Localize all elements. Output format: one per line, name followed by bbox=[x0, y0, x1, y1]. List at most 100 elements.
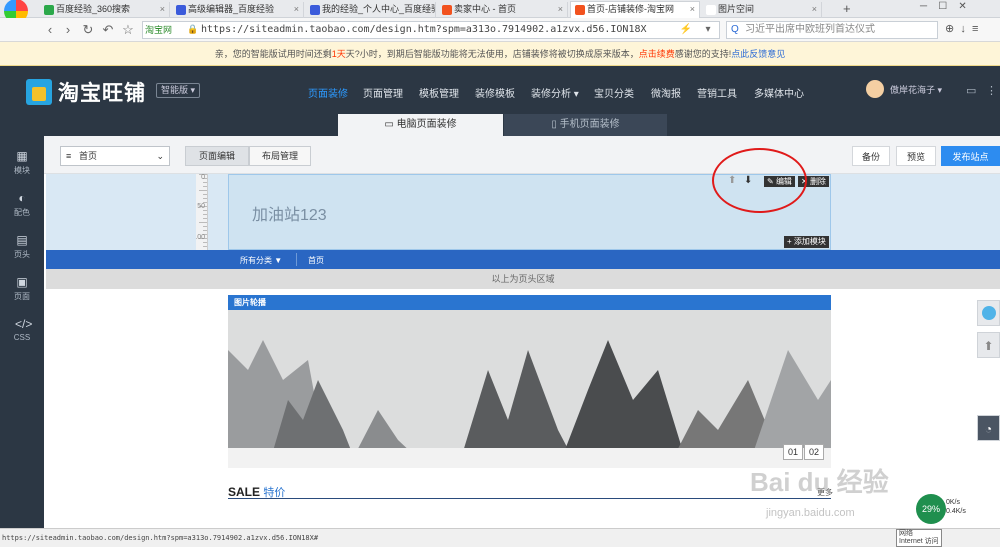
top-menu-item[interactable]: 装修分析 ▾ bbox=[531, 85, 579, 100]
ruler-tick bbox=[203, 182, 207, 183]
minimize-button[interactable]: ─ bbox=[920, 1, 927, 12]
undo-close-button[interactable]: ↶ bbox=[100, 22, 116, 38]
tab-close-icon[interactable]: × bbox=[294, 2, 299, 17]
carousel-page-2[interactable]: 02 bbox=[804, 444, 824, 460]
ruler-tick bbox=[203, 226, 207, 227]
sidebar-item[interactable]: ▤ 页头 bbox=[0, 234, 44, 260]
preview-button[interactable]: 预览 bbox=[896, 146, 936, 166]
cpu-gadget[interactable]: 29% bbox=[916, 494, 946, 524]
sidebar-icon: ◐ bbox=[18, 191, 26, 205]
tab-favicon-icon bbox=[575, 5, 585, 15]
carousel-image[interactable]: 01 02 bbox=[228, 310, 831, 468]
site-tag: 淘宝网 bbox=[145, 25, 173, 35]
nav-home[interactable]: 首页 bbox=[308, 255, 324, 266]
carousel-page-1[interactable]: 01 bbox=[783, 444, 803, 460]
maximize-button[interactable]: ☐ bbox=[938, 1, 947, 12]
menu-icon[interactable]: ≡ bbox=[972, 23, 978, 35]
add-module-button[interactable]: + 添加模块 bbox=[784, 236, 829, 248]
editor-toolbar: ≡ 首页 ⌄ 页面编辑 布局管理 备份 预览 发布站点 bbox=[44, 136, 1000, 174]
sidebar-item[interactable]: ◐ 配色 bbox=[0, 192, 44, 218]
notice-text-2: 天?小时，到期后智能版功能将无法使用，店铺装修将被切换成原来版本， bbox=[345, 49, 639, 59]
sidebar-item[interactable]: </> CSS bbox=[0, 318, 44, 343]
url-input[interactable]: 淘宝网 🔒 https://siteadmin.taobao.com/desig… bbox=[142, 21, 720, 39]
top-menu-item[interactable]: 页面管理 bbox=[363, 85, 403, 100]
tab-label: 图片空间 bbox=[718, 4, 755, 14]
page-select-value: 首页 bbox=[79, 151, 98, 161]
float-top-button[interactable]: ⬆ bbox=[977, 332, 1000, 358]
up-arrow-icon: ⬆ bbox=[983, 339, 994, 353]
tab-layout-manage[interactable]: 布局管理 bbox=[249, 146, 311, 166]
back-button[interactable]: ‹ bbox=[42, 22, 58, 38]
tab-pc-decorate[interactable]: ▭ 电脑页面装修 bbox=[338, 114, 503, 136]
network-indicator[interactable]: 网络 Internet 访问 bbox=[896, 529, 942, 547]
logo[interactable]: 淘宝旺铺 bbox=[26, 78, 146, 106]
browser-tab[interactable]: 高级编辑器_百度经验 × bbox=[172, 2, 304, 18]
ext-icon[interactable]: ⊕ bbox=[945, 23, 954, 35]
notice-thanks: 感谢您的支持! bbox=[674, 49, 732, 59]
user-menu[interactable]: 傲岸花海子 ▾ bbox=[866, 80, 942, 98]
tab-close-icon[interactable]: × bbox=[426, 2, 431, 17]
top-menu-item[interactable]: 营销工具 bbox=[697, 85, 737, 100]
top-menu-item[interactable]: 模板管理 bbox=[419, 85, 459, 100]
float-history-button[interactable]: ◔ bbox=[977, 415, 1000, 441]
float-chat-button[interactable] bbox=[977, 300, 1000, 326]
top-menu-item[interactable]: 多媒体中心 bbox=[754, 85, 804, 100]
ruler-tick bbox=[203, 230, 207, 231]
tab-page-edit[interactable]: 页面编辑 bbox=[185, 146, 249, 166]
network-sub: Internet 访问 bbox=[899, 538, 939, 545]
browser-tab[interactable]: 我的经验_个人中心_百度经验 × bbox=[306, 2, 436, 18]
tab-label: 卖家中心 - 首页 bbox=[454, 4, 516, 14]
top-menu-item[interactable]: 微淘报 bbox=[651, 85, 681, 100]
new-tab-button[interactable]: + bbox=[843, 1, 851, 16]
flash-icon[interactable]: ⚡ bbox=[678, 22, 694, 38]
browser-tab[interactable]: 百度经验_360搜索 × bbox=[40, 2, 170, 18]
message-icon[interactable]: ▭ bbox=[966, 84, 976, 97]
url-text: https://siteadmin.taobao.com/design.htm?… bbox=[201, 24, 647, 35]
tab-mobile-decorate[interactable]: ▯ 手机页面装修 bbox=[504, 114, 667, 136]
download-icon[interactable]: ↓ bbox=[960, 23, 966, 35]
nav-divider bbox=[296, 253, 297, 266]
publish-button[interactable]: 发布站点 bbox=[941, 146, 1000, 166]
ruler-number: 0 bbox=[201, 174, 205, 181]
sidebar-item[interactable]: ▣ 页面 bbox=[0, 276, 44, 302]
tab-close-icon[interactable]: × bbox=[812, 2, 817, 17]
delete-label: 删除 bbox=[809, 177, 826, 186]
ruler-tick bbox=[203, 186, 207, 187]
forward-button[interactable]: › bbox=[60, 22, 76, 38]
top-menu-item[interactable]: 宝贝分类 bbox=[594, 85, 634, 100]
more-icon[interactable]: ⋮ bbox=[986, 84, 997, 97]
sidebar-icon: ▣ bbox=[16, 275, 28, 289]
dropdown-icon[interactable]: ▾ bbox=[700, 22, 716, 38]
search-input[interactable]: Q 习近平出席中欧班列首达仪式 bbox=[726, 21, 938, 39]
top-menu-item[interactable]: 页面装修 bbox=[308, 85, 348, 100]
edition-badge[interactable]: 智能版 ▾ bbox=[156, 83, 201, 98]
sidebar-item[interactable]: ▦ 模块 bbox=[0, 150, 44, 176]
tab-label: 首页-店铺装修-淘宝网 bbox=[587, 4, 674, 14]
renew-link[interactable]: 点击续费 bbox=[639, 49, 675, 59]
mobile-mode-label: 手机页面装修 bbox=[559, 119, 620, 130]
reload-button[interactable]: ↻ bbox=[80, 22, 96, 38]
tab-close-icon[interactable]: × bbox=[558, 2, 563, 17]
tab-close-icon[interactable]: × bbox=[690, 2, 695, 17]
browser-tab[interactable]: 卖家中心 - 首页 × bbox=[438, 2, 568, 18]
sidebar-label: 模块 bbox=[14, 166, 30, 175]
nav-all-categories[interactable]: 所有分类 ▼ bbox=[240, 255, 282, 266]
backup-button[interactable]: 备份 bbox=[852, 146, 890, 166]
notice-text: 亲，您的智能版试用时间还剩 bbox=[214, 49, 332, 59]
feedback-link[interactable]: 点此反馈意见 bbox=[731, 49, 785, 59]
browser-tab-bar: 百度经验_360搜索 × 高级编辑器_百度经验 × 我的经验_个人中心_百度经验 × 卖家中… bbox=[0, 0, 1000, 23]
address-bar-row: ‹ › ↻ ↶ ☆ 淘宝网 🔒 https://siteadmin.taobao… bbox=[0, 18, 1000, 42]
browser-tab[interactable]: 图片空间 × bbox=[702, 2, 822, 18]
tab-close-icon[interactable]: × bbox=[160, 2, 165, 17]
window-controls: ─ ☐ ✕ bbox=[920, 1, 967, 12]
favorite-star-icon[interactable]: ☆ bbox=[120, 22, 136, 38]
ruler-tick bbox=[203, 218, 207, 219]
top-menu-item[interactable]: 装修模板 bbox=[475, 85, 515, 100]
close-window-button[interactable]: ✕ bbox=[958, 1, 966, 12]
browser-tab[interactable]: 首页-店铺装修-淘宝网 × bbox=[570, 1, 700, 19]
tab-favicon-icon bbox=[176, 5, 186, 15]
monitor-icon: ▭ bbox=[384, 119, 394, 130]
page-select[interactable]: ≡ 首页 ⌄ bbox=[60, 146, 170, 166]
search-icon: Q bbox=[731, 24, 739, 35]
ruler-tick bbox=[203, 214, 207, 215]
